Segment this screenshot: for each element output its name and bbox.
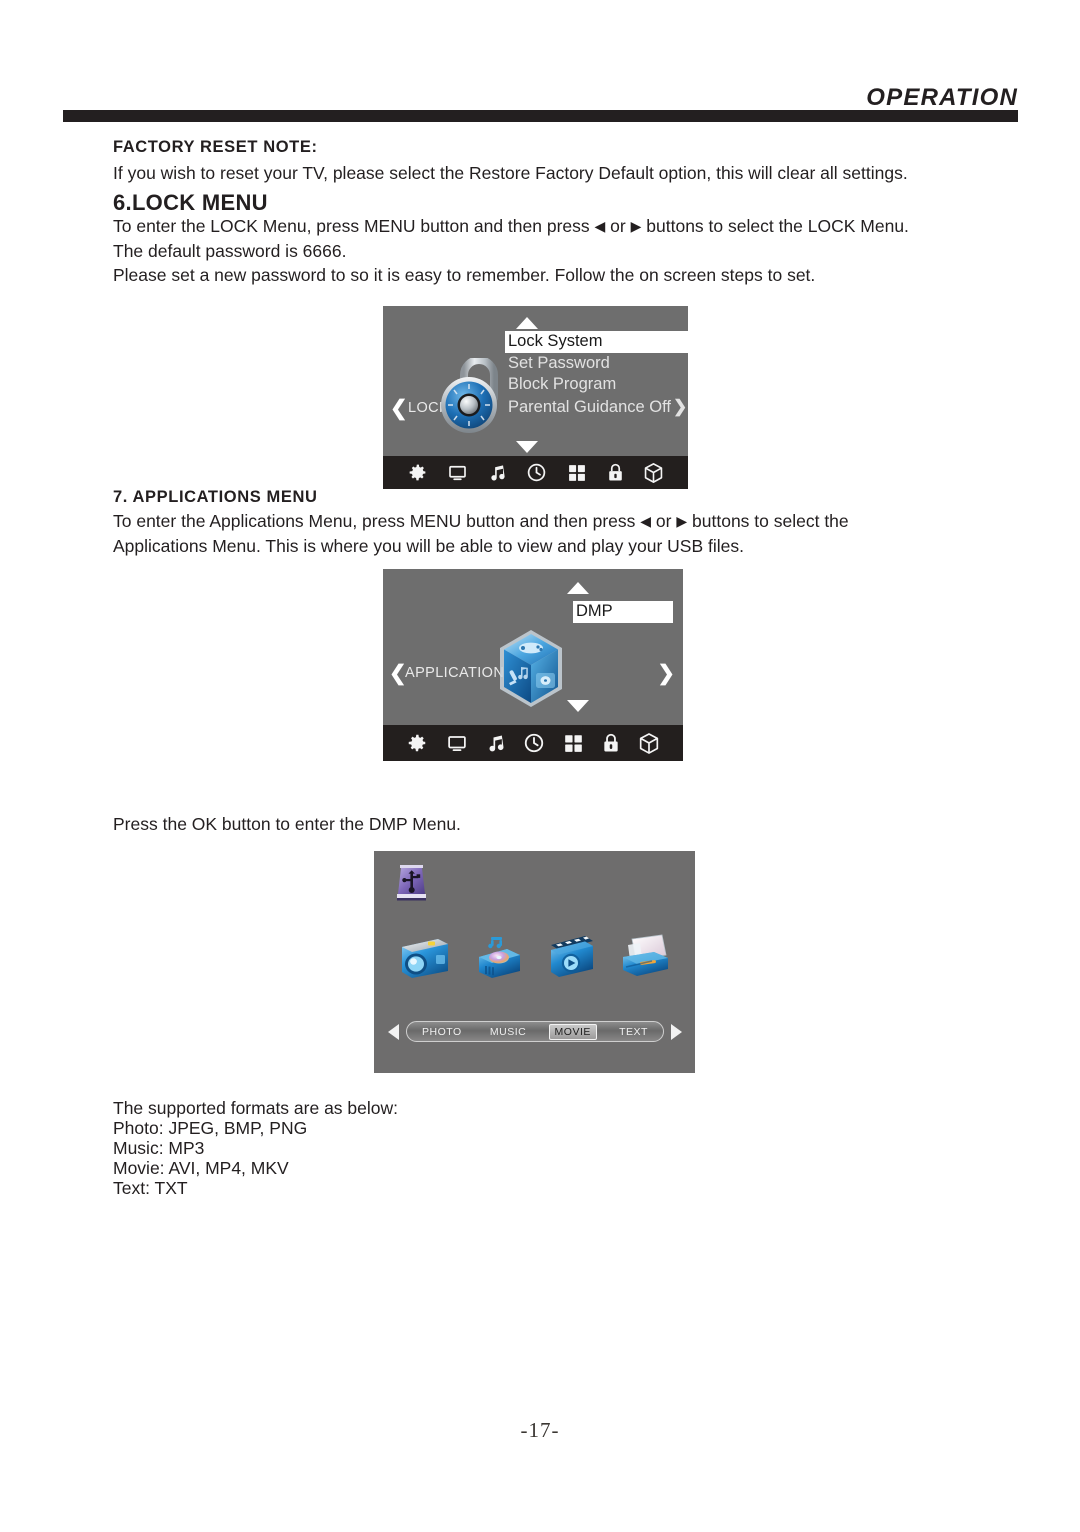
- page-number: -17-: [520, 1418, 560, 1442]
- page-header-title: OPERATION: [866, 84, 1018, 111]
- lock-icon[interactable]: [607, 462, 624, 483]
- applications-menu-item-list: DMP: [573, 601, 673, 623]
- apps-para-line2: Applications Menu. This is where you wil…: [113, 535, 744, 556]
- factory-reset-note-title: FACTORY RESET NOTE:: [113, 138, 318, 156]
- lock-para-line1b: buttons to select the LOCK Menu.: [646, 216, 909, 236]
- cube-icon[interactable]: [643, 462, 664, 484]
- supported-formats-paragraph: The supported formats are as below: Phot…: [113, 1098, 1038, 1198]
- nav-up-arrow-icon: [516, 317, 538, 329]
- osd-icon-bar: [383, 456, 688, 489]
- menu-item-block-program[interactable]: Block Program: [505, 374, 688, 396]
- tab-photo[interactable]: PHOTO: [416, 1025, 468, 1039]
- left-arrow-icon: ◀: [640, 513, 652, 529]
- menu-right-chevron-icon: ❯: [672, 396, 688, 416]
- osd-icon-bar: [383, 725, 683, 761]
- lock-para-line2: The default password is 6666.: [113, 240, 347, 261]
- lock-para-line1a: To enter the LOCK Menu, press MENU butto…: [113, 216, 590, 236]
- menu-item-dmp[interactable]: DMP: [573, 601, 673, 623]
- grid-icon[interactable]: [563, 733, 584, 754]
- gear-icon[interactable]: [406, 732, 428, 754]
- right-arrow-icon: ▶: [676, 513, 688, 529]
- menu-item-set-password[interactable]: Set Password: [505, 353, 688, 375]
- dmp-tab-track: PHOTO MUSIC MOVIE TEXT: [406, 1021, 664, 1042]
- formats-movie: Movie: AVI, MP4, MKV: [113, 1158, 289, 1178]
- dmp-menu-osd-screenshot: PHOTO MUSIC MOVIE TEXT: [374, 851, 695, 1073]
- tab-movie[interactable]: MOVIE: [548, 1023, 597, 1040]
- menu-item-parental-guidance-label: Parental Guidance Off: [508, 397, 671, 416]
- music-note-icon[interactable]: [486, 732, 506, 754]
- padlock-icon: [441, 358, 498, 433]
- lock-menu-paragraph: To enter the LOCK Menu, press MENU butto…: [113, 214, 1038, 288]
- applications-cube-icon: [500, 630, 562, 707]
- tab-next-arrow-icon[interactable]: [671, 1023, 682, 1040]
- applications-menu-osd-screenshot: ❮ ❯ APPLICATIONS DMP: [383, 569, 683, 761]
- grid-icon[interactable]: [567, 463, 587, 483]
- nav-down-arrow-icon: [567, 700, 589, 712]
- dmp-tab-strip: PHOTO MUSIC MOVIE TEXT: [388, 1021, 682, 1042]
- lock-menu-heading: 6.LOCK MENU: [113, 190, 268, 215]
- lock-para-line3: Please set a new password to so it is ea…: [113, 265, 816, 285]
- manual-page: OPERATION FACTORY RESET NOTE: If you wis…: [0, 0, 1080, 1532]
- gear-icon[interactable]: [407, 462, 428, 483]
- formats-text: Text: TXT: [113, 1178, 188, 1198]
- osd-right-chevron-icon: ❯: [657, 662, 675, 685]
- header-divider: [63, 110, 1018, 122]
- music-note-icon[interactable]: [488, 462, 507, 483]
- tab-text[interactable]: TEXT: [613, 1025, 654, 1039]
- text-file-icon[interactable]: [618, 933, 672, 979]
- menu-item-parental-guidance[interactable]: Parental Guidance Off ❯: [505, 396, 688, 419]
- applications-menu-heading: 7. APPLICATIONS MENU: [113, 488, 318, 506]
- cube-icon[interactable]: [638, 732, 660, 755]
- osd-left-chevron-icon: ❮: [389, 662, 407, 685]
- nav-down-arrow-icon: [516, 441, 538, 453]
- left-arrow-icon: ◀: [594, 218, 606, 234]
- lock-para-or: or: [610, 216, 626, 236]
- apps-para-or: or: [655, 511, 672, 531]
- nav-up-arrow-icon: [567, 582, 589, 594]
- usb-drive-icon[interactable]: [395, 863, 429, 903]
- apps-para-line1b: buttons to select the: [692, 511, 849, 531]
- music-player-icon[interactable]: [473, 933, 525, 979]
- tab-music[interactable]: MUSIC: [484, 1025, 532, 1039]
- formats-music: Music: MP3: [113, 1138, 205, 1158]
- apps-para-line1a: To enter the Applications Menu, press ME…: [113, 511, 636, 531]
- clapperboard-icon[interactable]: [545, 933, 597, 979]
- dmp-media-icon-row: [388, 931, 682, 979]
- dmp-instruction-paragraph: Press the OK button to enter the DMP Men…: [113, 814, 461, 834]
- formats-photo: Photo: JPEG, BMP, PNG: [113, 1118, 308, 1138]
- osd-left-chevron-icon: ❮: [390, 397, 408, 420]
- monitor-icon[interactable]: [447, 463, 468, 483]
- formats-intro: The supported formats are as below:: [113, 1098, 399, 1118]
- applications-menu-paragraph: To enter the Applications Menu, press ME…: [113, 509, 1038, 558]
- right-arrow-icon: ▶: [630, 218, 642, 234]
- lock-menu-item-list: Lock System Set Password Block Program P…: [505, 331, 688, 418]
- camera-icon[interactable]: [398, 931, 452, 979]
- clock-icon[interactable]: [526, 462, 547, 483]
- clock-icon[interactable]: [523, 732, 545, 754]
- lock-icon[interactable]: [602, 732, 620, 754]
- menu-item-lock-system[interactable]: Lock System: [505, 331, 688, 353]
- monitor-icon[interactable]: [446, 733, 468, 754]
- tab-prev-arrow-icon[interactable]: [388, 1023, 399, 1040]
- factory-reset-note-body: If you wish to reset your TV, please sel…: [113, 163, 908, 183]
- lock-menu-osd-screenshot: ❮ LOCK Lock System Set Password Block Pr…: [383, 306, 688, 489]
